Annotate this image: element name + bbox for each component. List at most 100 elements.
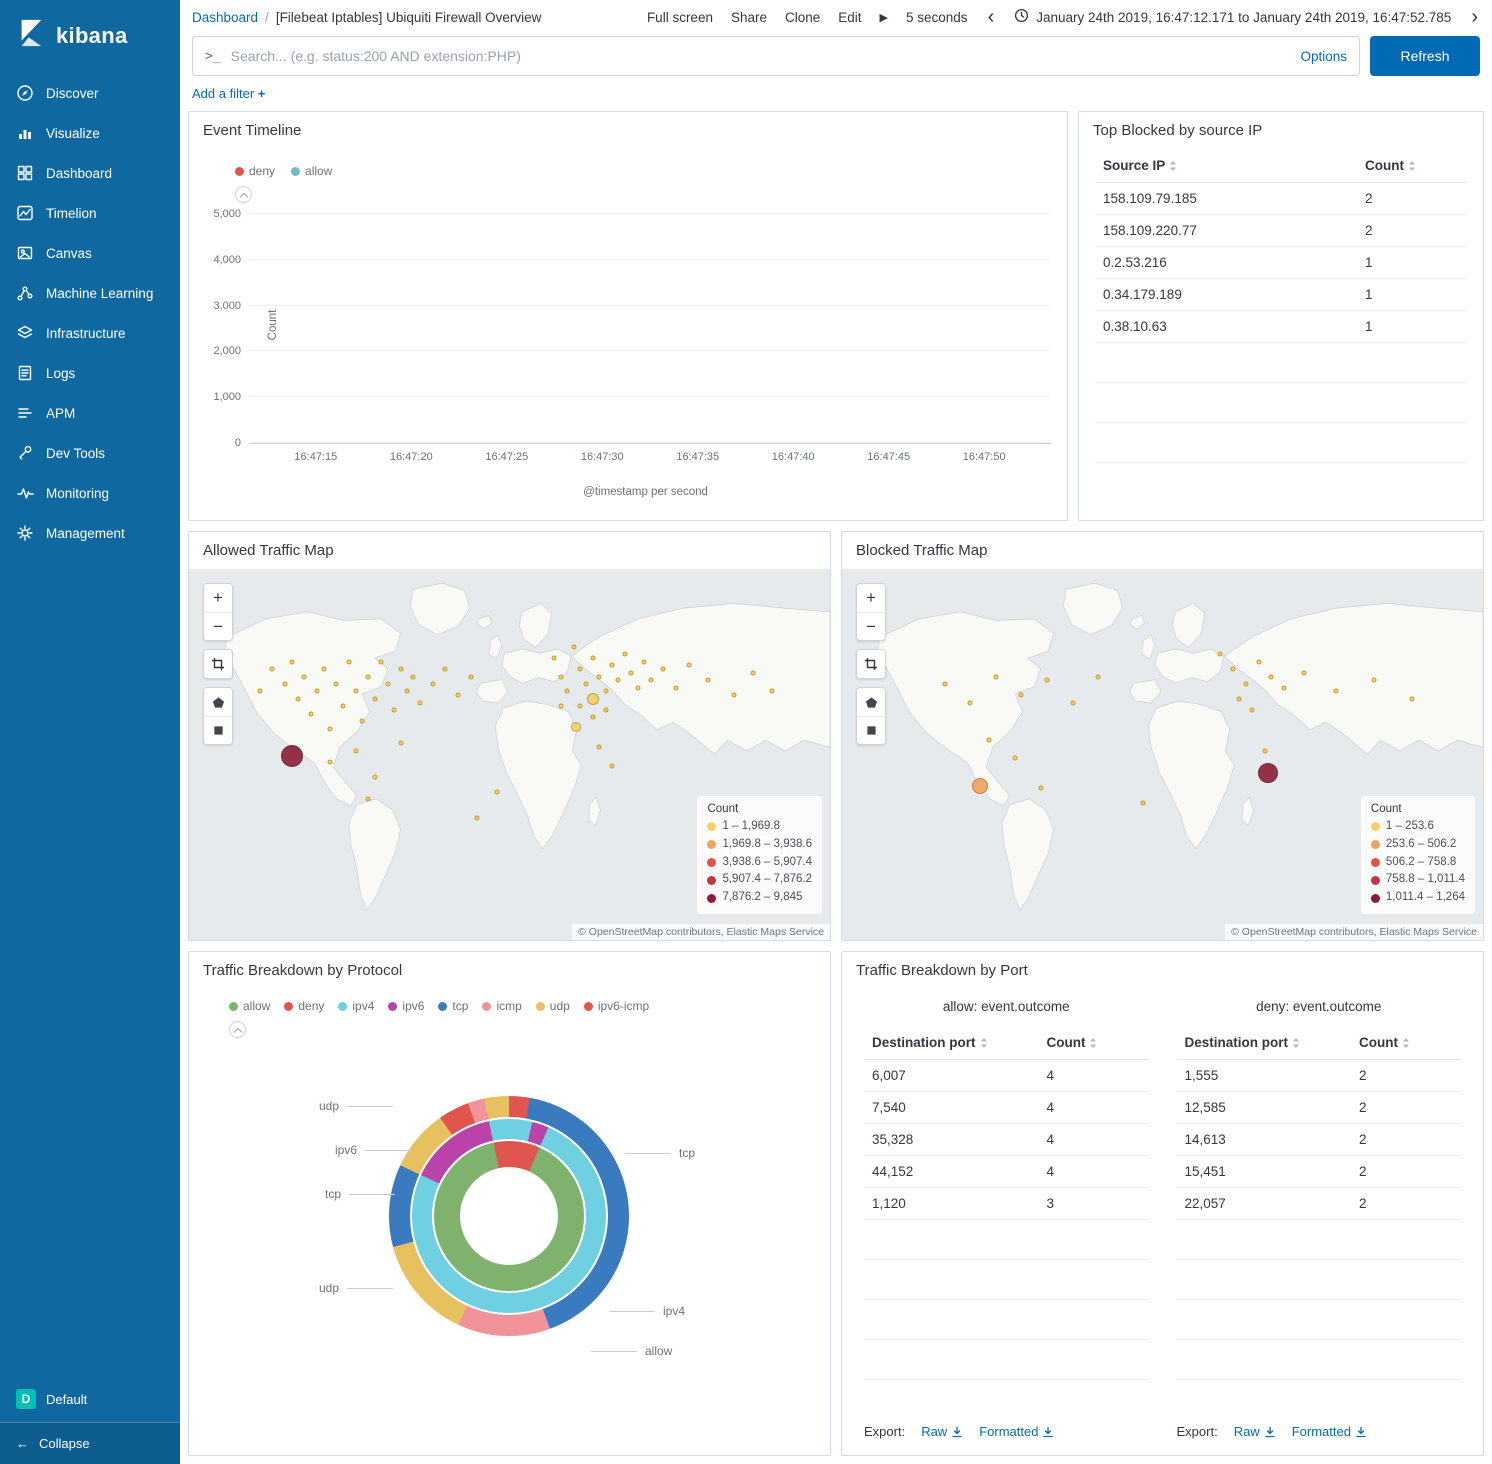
- legend-collapse-icon[interactable]: [229, 1021, 246, 1038]
- map-point[interactable]: [1231, 667, 1236, 672]
- legend-item-ipv6[interactable]: ipv6: [388, 999, 424, 1013]
- map-cluster-marker[interactable]: [281, 745, 303, 767]
- map-point[interactable]: [552, 656, 557, 661]
- menu-full-screen[interactable]: Full screen: [647, 10, 713, 25]
- sidebar-item-timelion[interactable]: Timelion: [0, 193, 180, 233]
- map-point[interactable]: [1045, 678, 1050, 683]
- column-header[interactable]: Count: [1351, 1026, 1461, 1060]
- zoom-out-button[interactable]: −: [204, 612, 232, 640]
- map-point[interactable]: [315, 689, 320, 694]
- map-point[interactable]: [295, 696, 300, 701]
- allowed-map-canvas[interactable]: + − Count 1 – 1,969.81,969.8 – 3,938.63,…: [189, 569, 830, 940]
- kibana-logo[interactable]: kibana: [0, 0, 180, 73]
- fit-data-bounds-button[interactable]: [204, 650, 232, 678]
- sidebar-item-apm[interactable]: APM: [0, 393, 180, 433]
- sidebar-item-canvas[interactable]: Canvas: [0, 233, 180, 273]
- map-point[interactable]: [1237, 696, 1242, 701]
- map-point[interactable]: [603, 689, 608, 694]
- blocked-map-canvas[interactable]: + − Count 1 – 253.6253.6 – 506.2506.2 – …: [842, 569, 1483, 940]
- map-point[interactable]: [578, 667, 583, 672]
- menu-edit[interactable]: Edit: [838, 10, 861, 25]
- draw-polygon-button[interactable]: [204, 688, 232, 716]
- sidebar-item-monitoring[interactable]: Monitoring: [0, 473, 180, 513]
- map-point[interactable]: [1333, 689, 1338, 694]
- map-point[interactable]: [328, 759, 333, 764]
- legend-item-allow[interactable]: allow: [229, 999, 270, 1013]
- map-point[interactable]: [597, 674, 602, 679]
- collapse-nav-button[interactable]: ← Collapse: [0, 1422, 180, 1464]
- column-header[interactable]: Count: [1357, 149, 1467, 183]
- export-raw-link[interactable]: Raw: [921, 1424, 963, 1439]
- legend-item-icmp[interactable]: icmp: [482, 999, 521, 1013]
- map-point[interactable]: [1250, 707, 1255, 712]
- legend-item-deny[interactable]: deny: [235, 164, 275, 178]
- map-point[interactable]: [1256, 659, 1261, 664]
- sidebar-item-logs[interactable]: Logs: [0, 353, 180, 393]
- map-point[interactable]: [616, 678, 621, 683]
- map-point[interactable]: [360, 719, 365, 724]
- map-point[interactable]: [1301, 670, 1306, 675]
- fit-data-bounds-button[interactable]: [857, 650, 885, 678]
- map-cluster-marker[interactable]: [587, 693, 599, 705]
- map-point[interactable]: [1038, 785, 1043, 790]
- map-point[interactable]: [494, 789, 499, 794]
- legend-item-udp[interactable]: udp: [536, 999, 570, 1013]
- map-point[interactable]: [1141, 800, 1146, 805]
- map-point[interactable]: [1269, 674, 1274, 679]
- map-point[interactable]: [603, 707, 608, 712]
- time-picker[interactable]: January 24th 2019, 16:47:12.171 to Janua…: [1014, 8, 1451, 26]
- menu-clone[interactable]: Clone: [785, 10, 820, 25]
- map-point[interactable]: [590, 656, 595, 661]
- map-point[interactable]: [751, 670, 756, 675]
- breadcrumb-dashboard-link[interactable]: Dashboard: [192, 10, 258, 25]
- map-point[interactable]: [731, 693, 736, 698]
- map-point[interactable]: [398, 667, 403, 672]
- map-point[interactable]: [590, 715, 595, 720]
- map-point[interactable]: [302, 674, 307, 679]
- map-point[interactable]: [1282, 685, 1287, 690]
- sidebar-item-dashboard[interactable]: Dashboard: [0, 153, 180, 193]
- column-header[interactable]: Destination port: [864, 1026, 1039, 1060]
- draw-rectangle-button[interactable]: [857, 716, 885, 744]
- map-point[interactable]: [475, 815, 480, 820]
- map-point[interactable]: [353, 748, 358, 753]
- legend-item-ipv6-icmp[interactable]: ipv6-icmp: [584, 999, 649, 1013]
- legend-item-tcp[interactable]: tcp: [438, 999, 468, 1013]
- sidebar-item-infrastructure[interactable]: Infrastructure: [0, 313, 180, 353]
- map-point[interactable]: [993, 674, 998, 679]
- map-point[interactable]: [571, 644, 576, 649]
- refresh-interval[interactable]: 5 seconds: [906, 10, 968, 25]
- map-point[interactable]: [398, 741, 403, 746]
- map-point[interactable]: [385, 682, 390, 687]
- draw-rectangle-button[interactable]: [204, 716, 232, 744]
- map-point[interactable]: [283, 682, 288, 687]
- map-point[interactable]: [610, 763, 615, 768]
- map-cluster-marker[interactable]: [972, 778, 988, 794]
- map-point[interactable]: [411, 674, 416, 679]
- map-point[interactable]: [366, 797, 371, 802]
- map-point[interactable]: [610, 663, 615, 668]
- map-point[interactable]: [642, 659, 647, 664]
- column-header[interactable]: Destination port: [1177, 1026, 1352, 1060]
- map-point[interactable]: [1410, 696, 1415, 701]
- map-point[interactable]: [1096, 674, 1101, 679]
- map-point[interactable]: [469, 674, 474, 679]
- column-header[interactable]: Count: [1039, 1026, 1149, 1060]
- map-point[interactable]: [661, 667, 666, 672]
- map-point[interactable]: [334, 682, 339, 687]
- play-refresh-icon[interactable]: ▶: [880, 11, 888, 24]
- legend-item-ipv4[interactable]: ipv4: [338, 999, 374, 1013]
- map-point[interactable]: [379, 659, 384, 664]
- export-formatted-link[interactable]: Formatted: [1292, 1424, 1367, 1439]
- map-point[interactable]: [1243, 682, 1248, 687]
- map-point[interactable]: [366, 674, 371, 679]
- add-filter-link[interactable]: Add a filter +: [192, 86, 265, 101]
- draw-polygon-button[interactable]: [857, 688, 885, 716]
- map-point[interactable]: [321, 667, 326, 672]
- map-point[interactable]: [686, 663, 691, 668]
- sidebar-item-visualize[interactable]: Visualize: [0, 113, 180, 153]
- map-point[interactable]: [372, 774, 377, 779]
- sidebar-item-machine-learning[interactable]: Machine Learning: [0, 273, 180, 313]
- map-point[interactable]: [404, 689, 409, 694]
- map-point[interactable]: [372, 696, 377, 701]
